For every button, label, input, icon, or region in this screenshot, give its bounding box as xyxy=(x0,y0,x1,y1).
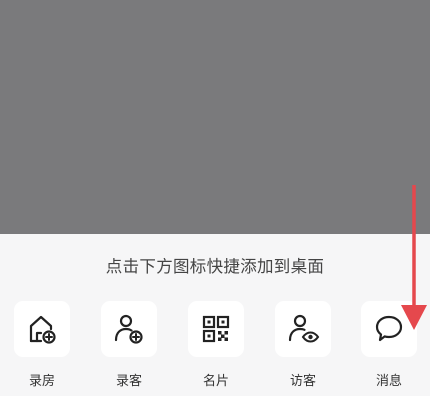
down-arrow-icon xyxy=(401,185,427,330)
shortcut-label: 录房 xyxy=(28,374,55,389)
shortcut-label: 名片 xyxy=(202,374,229,389)
person-view-icon xyxy=(288,314,320,343)
shortcut-item-card[interactable]: 名片 xyxy=(181,301,251,389)
shortcut-tile[interactable] xyxy=(101,301,157,357)
shortcut-sheet: 点击下方图标快捷添加到桌面 录房 录客 名片 访客 消息 xyxy=(0,234,430,396)
shortcut-item-visitor[interactable]: 访客 xyxy=(268,301,338,389)
shortcut-item-house[interactable]: 录房 xyxy=(7,301,77,389)
shortcut-item-customer[interactable]: 录客 xyxy=(94,301,164,389)
person-add-icon xyxy=(114,314,143,344)
shortcut-label: 录客 xyxy=(115,374,142,389)
qr-code-icon xyxy=(202,315,230,343)
shortcut-tile[interactable] xyxy=(14,301,70,357)
shortcut-label: 访客 xyxy=(289,374,316,389)
shortcut-hint-text: 点击下方图标快捷添加到桌面 xyxy=(105,257,325,276)
shortcut-tile[interactable] xyxy=(275,301,331,357)
dimmed-overlay[interactable] xyxy=(0,0,430,234)
shortcut-label: 消息 xyxy=(375,374,402,389)
shortcut-tile[interactable] xyxy=(188,301,244,357)
house-add-icon xyxy=(29,315,56,344)
